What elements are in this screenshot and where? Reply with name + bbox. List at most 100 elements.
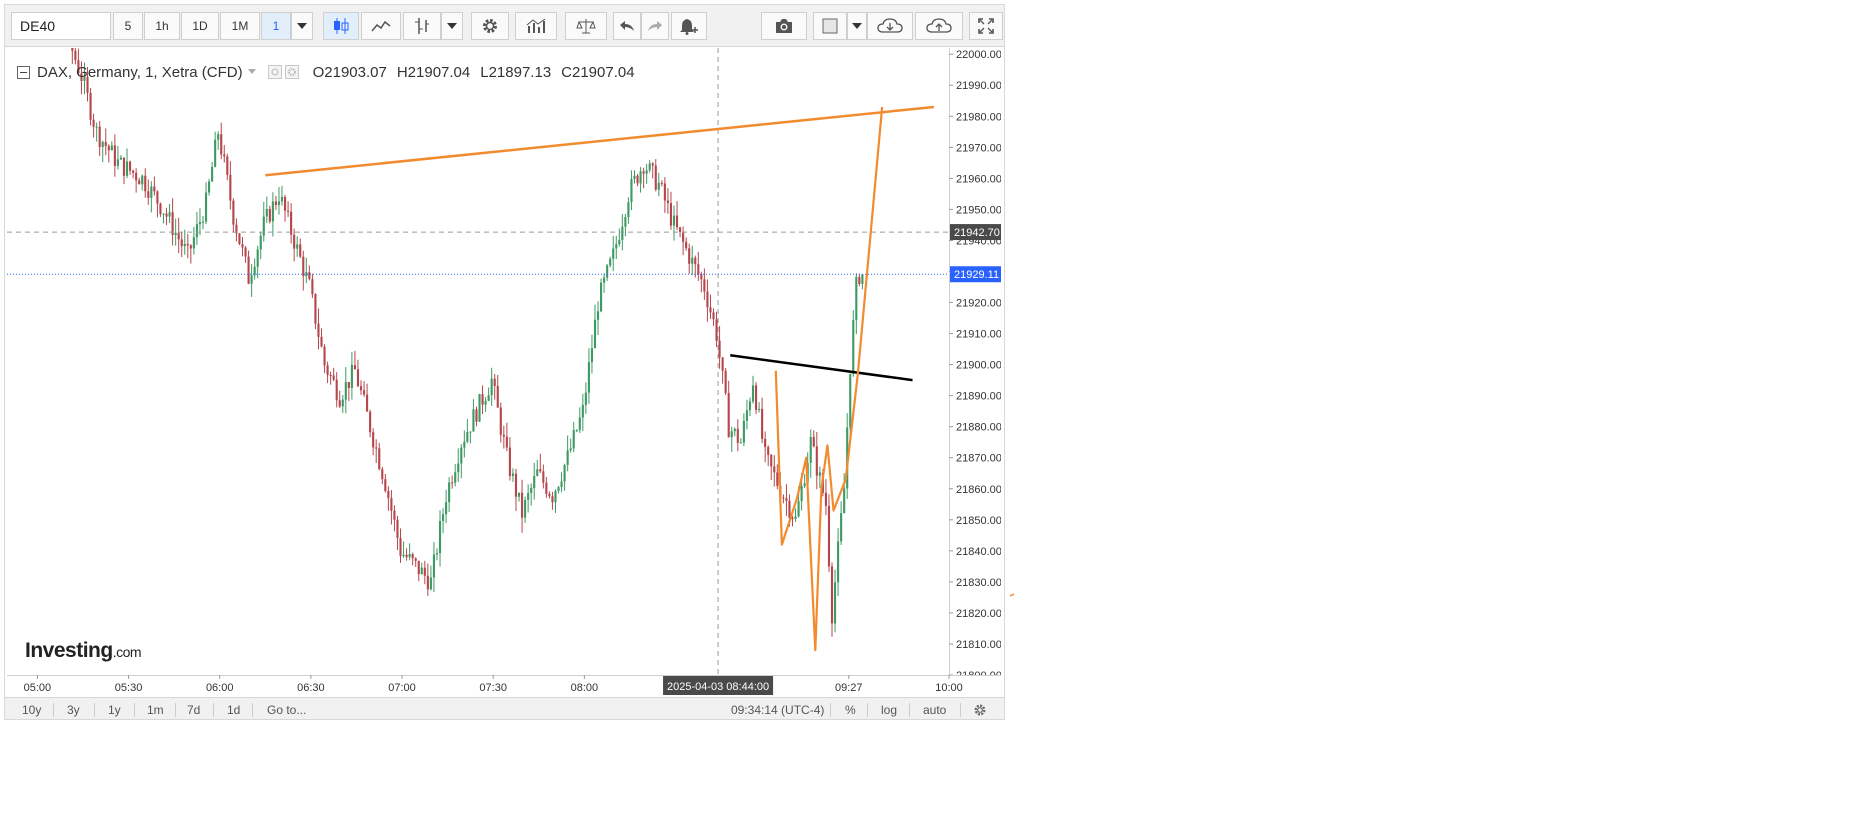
- candle-body: [578, 417, 581, 431]
- candle-body: [174, 232, 177, 236]
- layout-dropdown[interactable]: [847, 12, 867, 40]
- candle-body: [691, 257, 694, 264]
- candle-body: [809, 437, 812, 463]
- candle-body: [855, 276, 858, 320]
- legend-open: O21903.07: [312, 63, 387, 81]
- fullscreen-button[interactable]: [969, 12, 1003, 40]
- redo-button[interactable]: [641, 12, 669, 40]
- candle-body: [545, 482, 548, 494]
- candle-body: [338, 400, 341, 407]
- interval-5-button[interactable]: 5: [113, 12, 143, 40]
- interval-dropdown[interactable]: [291, 12, 313, 40]
- interval-1d-button[interactable]: 1D: [181, 12, 219, 40]
- candle-body: [204, 192, 208, 222]
- candle-body: [262, 216, 265, 236]
- time-tick-label: 06:00: [206, 682, 234, 694]
- bars-button[interactable]: [403, 12, 441, 40]
- price-tick-label: 21950.00: [956, 204, 1001, 216]
- bottom-bar: 10y 3y 1y 1m 7d 1d Go to... 09:34:14 (UT…: [5, 697, 1004, 719]
- candle-body: [700, 274, 703, 280]
- redo-icon: [648, 21, 662, 31]
- time-tick-label: 06:30: [297, 682, 325, 694]
- symbol-search-input[interactable]: DE40: [11, 12, 111, 40]
- range-1m-button[interactable]: 1m: [147, 703, 164, 717]
- candles-button[interactable]: [323, 12, 359, 40]
- auto-scale-toggle[interactable]: auto: [923, 703, 946, 717]
- candle-body: [156, 191, 159, 204]
- log-scale-toggle[interactable]: log: [881, 703, 897, 717]
- candle-body: [393, 510, 396, 520]
- candle-body: [669, 203, 673, 226]
- range-7d-button[interactable]: 7d: [187, 703, 200, 717]
- candle-body: [706, 291, 709, 308]
- screenshot-button[interactable]: [761, 12, 807, 40]
- undo-button[interactable]: [613, 12, 641, 40]
- candle-body: [660, 182, 663, 184]
- interval-1-button[interactable]: 1: [261, 12, 291, 40]
- candle-body: [366, 394, 369, 412]
- load-chart-button[interactable]: [867, 12, 913, 40]
- candle-body: [724, 370, 727, 394]
- indicators-button[interactable]: [515, 12, 557, 40]
- candle-body: [420, 567, 423, 575]
- collapse-icon[interactable]: [17, 65, 30, 79]
- candle-body: [612, 248, 615, 259]
- candle-body: [800, 485, 803, 502]
- candle-body: [341, 399, 344, 407]
- candle-body: [815, 446, 818, 476]
- square-icon: [822, 18, 838, 34]
- candle-body: [280, 196, 284, 202]
- candle-body: [618, 239, 621, 245]
- candle-body: [824, 492, 827, 506]
- candle-body: [679, 227, 682, 232]
- gear-icon[interactable]: [973, 703, 987, 717]
- chart-type-dropdown[interactable]: [441, 12, 463, 40]
- gear-icon[interactable]: [284, 65, 299, 79]
- chevron-down-icon[interactable]: [247, 69, 258, 75]
- save-chart-button[interactable]: [915, 12, 963, 40]
- candle-body: [256, 249, 259, 267]
- candle-body: [767, 447, 770, 455]
- candle-body: [159, 203, 162, 215]
- chevron-down-icon: [447, 23, 457, 29]
- eye-icon[interactable]: [267, 65, 282, 79]
- candle-body: [697, 264, 700, 275]
- alert-button[interactable]: [671, 12, 707, 40]
- range-3y-button[interactable]: 3y: [67, 703, 80, 717]
- candle-body: [527, 493, 530, 500]
- compare-button[interactable]: [565, 12, 607, 40]
- percent-scale-toggle[interactable]: %: [845, 703, 856, 717]
- candle-body: [250, 275, 253, 284]
- candle-body: [238, 233, 241, 245]
- undo-icon: [620, 21, 634, 31]
- settings-button[interactable]: [471, 12, 509, 40]
- interval-1h-button[interactable]: 1h: [144, 12, 180, 40]
- interval-1m-button[interactable]: 1M: [220, 12, 260, 40]
- candle-body: [317, 323, 320, 337]
- candle-body: [445, 502, 448, 515]
- line-chart-button[interactable]: [361, 12, 401, 40]
- candle-body: [748, 401, 752, 411]
- price-tick-label: 21870.00: [956, 453, 1001, 465]
- time-axis[interactable]: 05:00 05:30 06:00 06:30 07:00 07:30 08:00 09:27…: [7, 675, 1001, 697]
- price-axis[interactable]: 21800.0021810.0021820.0021830.0021840.00…: [949, 48, 1001, 675]
- candle-body: [861, 274, 864, 284]
- candle-body: [703, 279, 706, 292]
- layout-button[interactable]: [813, 12, 847, 40]
- candle-body: [590, 348, 594, 363]
- clock-display: 09:34:14 (UTC-4): [731, 703, 825, 717]
- price-chart[interactable]: [7, 48, 949, 675]
- candle-body: [265, 209, 268, 217]
- candle-body: [302, 256, 305, 277]
- range-1d-button[interactable]: 1d: [227, 703, 240, 717]
- candle-body: [830, 566, 834, 624]
- candle-body: [666, 200, 669, 204]
- candle-body: [290, 211, 293, 235]
- candle-body: [113, 145, 116, 166]
- range-1y-button[interactable]: 1y: [108, 703, 121, 717]
- time-tick-label: 09:27: [835, 682, 863, 694]
- candle-body: [101, 141, 104, 147]
- range-10y-button[interactable]: 10y: [22, 703, 41, 717]
- candle-body: [530, 488, 533, 494]
- goto-date-button[interactable]: Go to...: [267, 703, 306, 717]
